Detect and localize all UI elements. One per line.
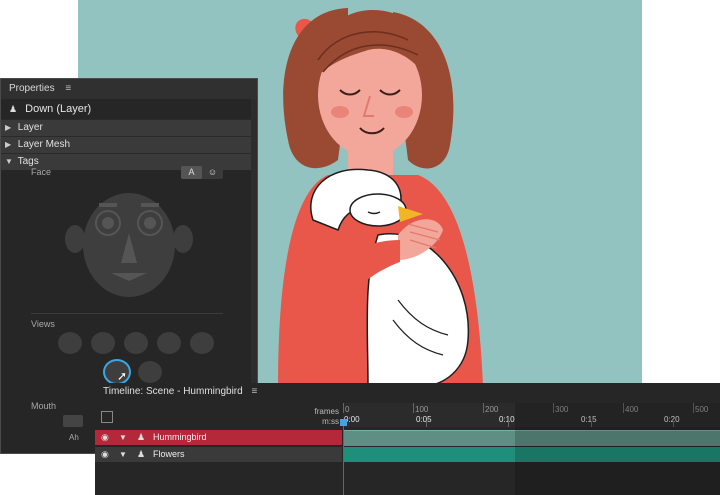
view-face-2[interactable] [91,332,115,354]
view-face-5[interactable] [190,332,214,354]
face-tag-toggle[interactable]: A ☺ [181,166,223,179]
chevron-right-icon: ▶ [5,123,12,132]
frames-caption: frames [314,407,339,416]
face-tag-diagram-icon[interactable] [63,191,195,303]
timeline-tool-icon[interactable] [101,411,113,423]
views-label: Views [31,319,55,329]
timeline-panel: Timeline: Scene - Hummingbird ≡ frames m… [95,383,720,495]
playhead[interactable] [343,421,344,495]
timeline-header: Timeline: Scene - Hummingbird ≡ [95,383,720,401]
timeline-title: Timeline: Scene - Hummingbird [103,386,243,397]
time-caption: m:ss [322,417,339,426]
mouth-ah-icon[interactable] [63,415,83,427]
frame-tick-label: 100 [415,405,429,414]
eye-icon[interactable]: ◉ [101,447,109,462]
properties-header: Properties ≡ [1,79,257,99]
panel-menu-icon[interactable]: ≡ [251,386,257,397]
frame-tick-label: 200 [485,405,499,414]
layer-name-row: ♟ Down (Layer) [1,99,257,119]
track-header[interactable]: ◉ ▼ ♟ Flowers [95,447,342,462]
track-name: Flowers [153,449,185,459]
toggle-text-option[interactable]: A [181,166,202,179]
frame-tick-label: 0 [345,405,350,414]
view-face-4[interactable] [157,332,181,354]
layer-puppet-icon: ♟ [9,104,18,114]
mouth-label: Mouth [31,401,57,411]
properties-title: Properties [9,83,55,94]
chevron-down-icon: ▼ [5,157,13,166]
puppet-icon: ♟ [137,449,146,459]
mouse-cursor-icon: ➚ [117,369,128,383]
playhead-handle[interactable] [340,419,347,426]
time-tick-label: 0:05 [416,415,432,424]
toggle-face-option[interactable]: ☺ [202,166,223,179]
chevron-right-icon: ▶ [5,140,12,149]
face-label: Face [31,167,52,177]
panel-menu-icon[interactable]: ≡ [65,83,71,94]
section-tags-label: Tags [17,156,39,167]
chevron-down-icon[interactable]: ▼ [119,430,127,445]
section-layer-mesh[interactable]: ▶ Layer Mesh [1,136,257,153]
chevron-down-icon[interactable]: ▼ [119,447,127,462]
divider [31,313,223,314]
view-face-1[interactable] [58,332,82,354]
layer-name: Down (Layer) [25,103,92,115]
out-of-range-region [515,403,720,495]
mouth-ah-label: Ah [69,433,79,442]
eye-icon[interactable]: ◉ [101,430,109,445]
view-face-3[interactable] [124,332,148,354]
track-name: Hummingbird [153,432,207,442]
section-layer-mesh-label: Layer Mesh [17,139,71,150]
section-layer-label: Layer [17,122,43,133]
section-layer[interactable]: ▶ Layer [1,119,257,136]
track-header[interactable]: ◉ ▼ ♟ Hummingbird [95,430,342,445]
puppet-icon: ♟ [137,432,146,442]
time-tick-label: 0:10 [499,415,515,424]
view-face-7[interactable] [138,361,162,383]
